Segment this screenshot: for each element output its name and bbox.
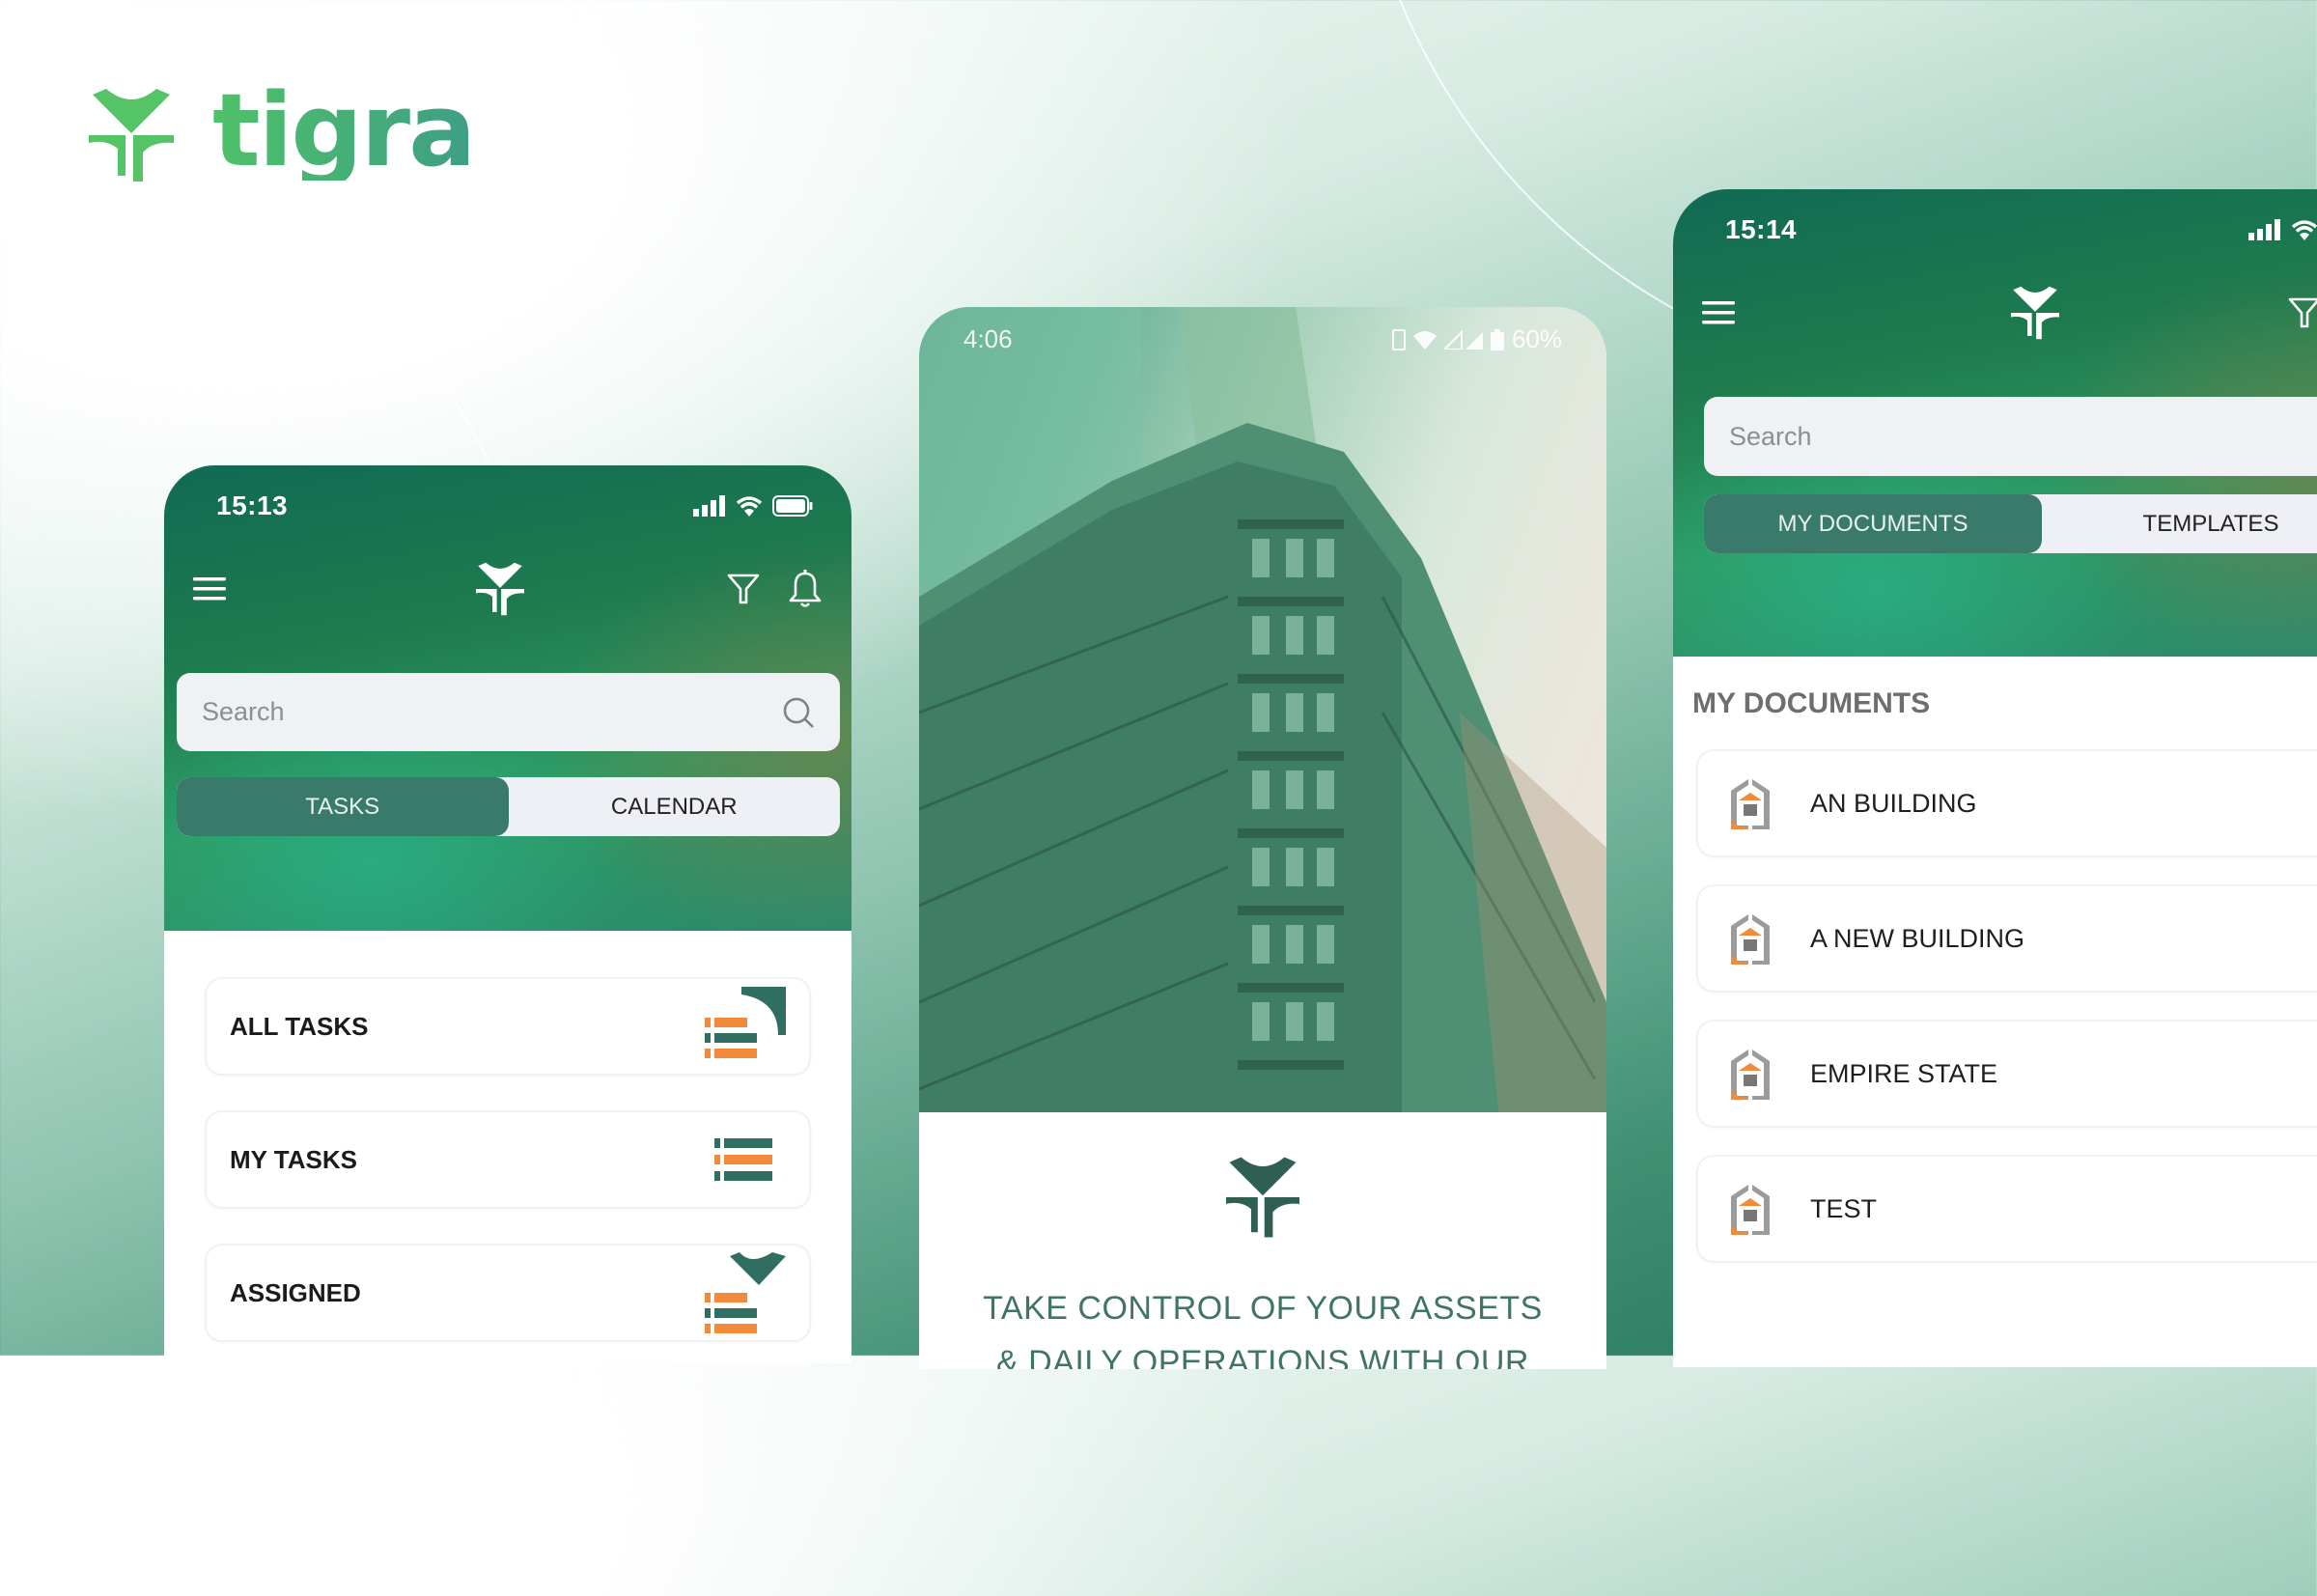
wifi-icon xyxy=(736,496,763,517)
wifi-icon xyxy=(1412,330,1437,350)
tigra-logo-icon xyxy=(89,89,174,182)
document-item[interactable]: A NEW BUILDING ••• xyxy=(1696,884,2317,993)
building-doc-icon xyxy=(1731,914,1770,965)
building-doc-icon xyxy=(1731,1050,1770,1100)
documents-phone-screen: 15:14 Search MY DOCUMENTS TEMPLATES MY D… xyxy=(1673,189,2317,1367)
top-nav xyxy=(193,562,823,616)
document-name: A NEW BUILDING xyxy=(1810,923,2025,953)
tigra-logo-icon[interactable] xyxy=(2011,286,2059,340)
card-label: MY TASKS xyxy=(230,1144,357,1174)
building-photo: 4:06 60% xyxy=(919,307,1606,1112)
tab-templates[interactable]: TEMPLATES xyxy=(2042,494,2317,553)
tagline-line-1: TAKE CONTROL OF YOUR ASSETS xyxy=(983,1290,1543,1327)
search-placeholder: Search xyxy=(1729,421,1812,451)
search-input[interactable]: Search xyxy=(177,673,840,751)
assigned-icon xyxy=(705,1252,786,1333)
battery-icon xyxy=(772,495,813,517)
tasks-phone-screen: 15:13 Search TASKS CALENDAR ALL TASKS MY… xyxy=(164,465,851,1363)
my-tasks-icon xyxy=(714,1138,772,1181)
building-illustration xyxy=(919,307,1606,1112)
battery-percent: 60% xyxy=(1511,324,1562,353)
tasks-tab-bar: TASKS CALENDAR xyxy=(177,777,840,836)
building-doc-icon xyxy=(1731,779,1770,829)
status-time: 4:06 xyxy=(963,324,1013,353)
tab-tasks[interactable]: TASKS xyxy=(177,777,509,836)
signal-icon xyxy=(693,495,725,517)
card-label: ASSIGNED xyxy=(230,1277,361,1307)
tasks-header: 15:13 Search TASKS CALENDAR xyxy=(164,465,851,931)
filter-icon[interactable] xyxy=(726,572,761,606)
signal-icon xyxy=(2248,219,2280,240)
vibrate-icon xyxy=(1391,328,1406,350)
all-tasks-icon xyxy=(705,987,786,1058)
tigra-logo-icon[interactable] xyxy=(476,562,524,616)
card-label: ALL TASKS xyxy=(230,1011,369,1041)
filter-icon[interactable] xyxy=(2287,295,2317,330)
tagline-line-2: & DAILY OPERATIONS WITH OUR xyxy=(996,1344,1529,1369)
documents-header: 15:14 Search MY DOCUMENTS TEMPLATES xyxy=(1673,189,2317,657)
all-tasks-card[interactable]: ALL TASKS xyxy=(205,977,811,1076)
search-input[interactable]: Search xyxy=(1704,397,2317,476)
status-bar: 4:06 60% xyxy=(963,324,1562,354)
status-time: 15:13 xyxy=(216,490,289,520)
splash-phone-screen: 4:06 60% TAKE CONTROL OF YOUR ASSETS & D… xyxy=(919,307,1606,1369)
document-name: AN BUILDING xyxy=(1810,788,1977,818)
status-bar: 15:13 xyxy=(216,487,813,525)
signal-icon xyxy=(1443,329,1483,350)
hamburger-menu-icon[interactable] xyxy=(1702,300,1735,325)
status-time: 15:14 xyxy=(1725,214,1798,244)
battery-icon xyxy=(1490,328,1504,350)
document-item[interactable]: TEST ••• xyxy=(1696,1155,2317,1263)
building-doc-icon xyxy=(1731,1185,1770,1235)
document-name: TEST xyxy=(1810,1193,1878,1223)
brand-wordmark: tigra xyxy=(212,71,476,189)
my-tasks-card[interactable]: MY TASKS xyxy=(205,1110,811,1209)
search-icon[interactable] xyxy=(782,696,815,729)
status-bar: 15:14 xyxy=(1725,210,2317,249)
section-title: MY DOCUMENTS xyxy=(1692,687,1931,719)
tigra-logo-icon xyxy=(1226,1157,1299,1238)
tab-calendar[interactable]: CALENDAR xyxy=(509,777,841,836)
tab-my-documents[interactable]: MY DOCUMENTS xyxy=(1704,494,2042,553)
document-name: EMPIRE STATE xyxy=(1810,1058,1998,1088)
assigned-card[interactable]: ASSIGNED xyxy=(205,1244,811,1342)
search-placeholder: Search xyxy=(202,697,285,726)
top-nav xyxy=(1702,286,2317,340)
document-item[interactable]: AN BUILDING ••• xyxy=(1696,749,2317,857)
wifi-icon xyxy=(2291,220,2317,240)
bell-icon[interactable] xyxy=(788,570,823,608)
hamburger-menu-icon[interactable] xyxy=(193,576,226,602)
document-item[interactable]: EMPIRE STATE ••• xyxy=(1696,1020,2317,1128)
documents-tab-bar: MY DOCUMENTS TEMPLATES xyxy=(1704,494,2317,553)
brand-logo: tigra xyxy=(89,80,476,182)
